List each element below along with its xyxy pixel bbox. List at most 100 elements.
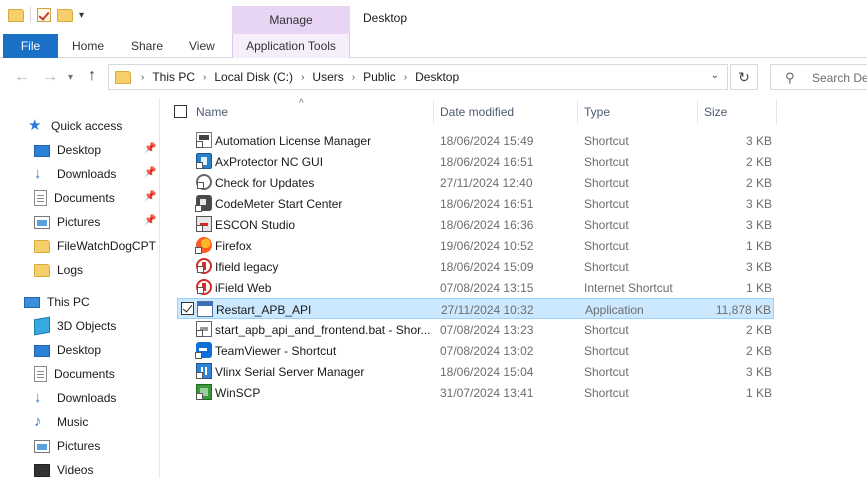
file-type: Shortcut: [584, 386, 629, 400]
file-name: Automation License Manager: [215, 134, 372, 148]
tab-home[interactable]: Home: [72, 34, 104, 58]
file-date: 18/06/2024 16:51: [440, 197, 534, 211]
pictures-icon: [34, 439, 50, 453]
computer-icon: [24, 296, 40, 308]
file-row[interactable]: CodeMeter Start Center 18/06/2024 16:51 …: [177, 193, 774, 214]
file-size: 3 KB: [745, 365, 772, 379]
navigation-pane[interactable]: ★ Quick access Desktop 📌 ↓ Downloads 📌 D…: [0, 98, 160, 478]
file-row[interactable]: Vlinx Serial Server Manager 18/06/2024 1…: [177, 361, 774, 382]
refresh-button[interactable]: ↻: [730, 64, 758, 90]
column-divider[interactable]: [697, 100, 698, 124]
shortcut-arrow-icon: [196, 141, 203, 148]
forward-arrow-icon[interactable]: →: [42, 68, 58, 86]
chevron-right-icon[interactable]: ›: [301, 72, 304, 83]
quick-access-toolbar: ▾: [8, 7, 84, 23]
file-row[interactable]: TeamViewer - Shortcut 07/08/2024 13:02 S…: [177, 340, 774, 361]
sidebar-item-label: Videos: [57, 463, 94, 477]
music-icon: ♪: [34, 413, 42, 430]
file-row[interactable]: AxProtector NC GUI 18/06/2024 16:51 Shor…: [177, 151, 774, 172]
pin-icon[interactable]: 📌: [144, 215, 156, 226]
up-arrow-icon[interactable]: ↑: [88, 67, 96, 85]
select-all-checkbox[interactable]: [174, 105, 187, 118]
file-row[interactable]: Ifield legacy 18/06/2024 15:09 Shortcut …: [177, 256, 774, 277]
pin-icon[interactable]: 📌: [144, 143, 156, 154]
file-name: iField Web: [215, 281, 272, 295]
file-row[interactable]: ESCON Studio 18/06/2024 16:36 Shortcut 3…: [177, 214, 774, 235]
file-name: Restart_APB_API: [216, 303, 312, 317]
pin-icon[interactable]: 📌: [144, 191, 156, 202]
breadcrumb-local-disk[interactable]: Local Disk (C:): [214, 70, 293, 84]
search-icon: ⚲: [785, 70, 795, 85]
sidebar-item-label: FileWatchDogCPT: [57, 239, 156, 253]
chevron-right-icon[interactable]: ›: [404, 72, 407, 83]
file-date: 27/11/2024 10:32: [441, 303, 534, 317]
title-bar: ▾ Manage Desktop: [0, 0, 867, 34]
column-header-name[interactable]: Name: [196, 105, 228, 119]
search-box[interactable]: ⚲ Search Des: [770, 64, 867, 90]
row-checkbox[interactable]: [181, 302, 194, 315]
sidebar-item-label: Pictures: [57, 439, 101, 453]
file-row[interactable]: Automation License Manager 18/06/2024 15…: [177, 130, 774, 151]
shortcut-arrow-icon: [196, 393, 203, 400]
file-name: AxProtector NC GUI: [215, 155, 324, 169]
search-placeholder: Search Des: [812, 71, 867, 85]
file-type: Shortcut: [584, 323, 629, 337]
shortcut-arrow-icon: [196, 372, 203, 379]
file-size: 3 KB: [745, 197, 772, 211]
column-headers: ^ Name Date modified Type Size: [161, 98, 867, 126]
column-header-date-modified[interactable]: Date modified: [440, 105, 514, 119]
teamviewer-icon: [195, 342, 212, 359]
tab-view[interactable]: View: [189, 34, 215, 58]
column-header-type[interactable]: Type: [584, 105, 610, 119]
file-type: Shortcut: [584, 134, 629, 148]
file-type: Internet Shortcut: [584, 281, 673, 295]
breadcrumb-public[interactable]: Public: [363, 70, 396, 84]
folder-icon[interactable]: [8, 8, 24, 22]
chevron-right-icon[interactable]: ›: [352, 72, 355, 83]
file-date: 07/08/2024 13:23: [440, 323, 534, 337]
address-bar[interactable]: › This PC › Local Disk (C:) › Users › Pu…: [108, 64, 728, 90]
file-row[interactable]: start_apb_api_and_frontend.bat - Shor...…: [177, 319, 774, 340]
chevron-right-icon[interactable]: ›: [203, 72, 206, 83]
sidebar-item-label: Downloads: [57, 167, 117, 181]
sidebar-item-this-pc[interactable]: This PC: [24, 291, 184, 313]
chevron-right-icon[interactable]: ›: [141, 72, 144, 83]
file-date: 18/06/2024 16:51: [440, 155, 534, 169]
column-divider[interactable]: [433, 100, 434, 124]
column-divider[interactable]: [577, 100, 578, 124]
file-date: 18/06/2024 15:49: [440, 134, 534, 148]
tab-application-tools[interactable]: Application Tools: [232, 34, 350, 58]
new-folder-icon[interactable]: [57, 8, 73, 22]
sidebar-item-label: Documents: [54, 367, 115, 381]
tab-file[interactable]: File: [3, 34, 58, 58]
file-type: Shortcut: [584, 218, 629, 232]
breadcrumb-users[interactable]: Users: [312, 70, 343, 84]
tab-share[interactable]: Share: [131, 34, 163, 58]
customize-toolbar-icon[interactable]: ▾: [79, 10, 84, 21]
properties-icon[interactable]: [37, 8, 51, 22]
file-name: ESCON Studio: [215, 218, 296, 232]
shortcut-arrow-icon: [196, 330, 203, 337]
file-row[interactable]: Check for Updates 27/11/2024 12:40 Short…: [177, 172, 774, 193]
3d-objects-icon: [34, 316, 50, 336]
file-type: Shortcut: [584, 260, 629, 274]
breadcrumb-desktop[interactable]: Desktop: [415, 70, 459, 84]
back-arrow-icon[interactable]: ←: [14, 68, 30, 86]
column-divider[interactable]: [776, 100, 777, 124]
recent-locations-icon[interactable]: ▾: [68, 72, 73, 83]
pin-icon[interactable]: 📌: [144, 167, 156, 178]
file-date: 18/06/2024 16:36: [440, 218, 534, 232]
file-list[interactable]: Automation License Manager 18/06/2024 15…: [161, 130, 867, 478]
chevron-down-icon[interactable]: ⌄: [711, 70, 719, 81]
file-row[interactable]: WinSCP 31/07/2024 13:41 Shortcut 1 KB: [177, 382, 774, 403]
file-name: Check for Updates: [215, 176, 315, 190]
breadcrumb-this-pc[interactable]: This PC: [152, 70, 195, 84]
file-type: Shortcut: [584, 365, 629, 379]
file-row[interactable]: iField Web 07/08/2024 13:15 Internet Sho…: [177, 277, 774, 298]
column-header-size[interactable]: Size: [704, 105, 727, 119]
file-size: 1 KB: [745, 239, 772, 253]
file-size: 3 KB: [745, 260, 772, 274]
file-row-selected[interactable]: Restart_APB_API 27/11/2024 10:32 Applica…: [177, 298, 774, 319]
file-row[interactable]: Firefox 19/06/2024 10:52 Shortcut 1 KB: [177, 235, 774, 256]
document-icon: [34, 190, 47, 206]
